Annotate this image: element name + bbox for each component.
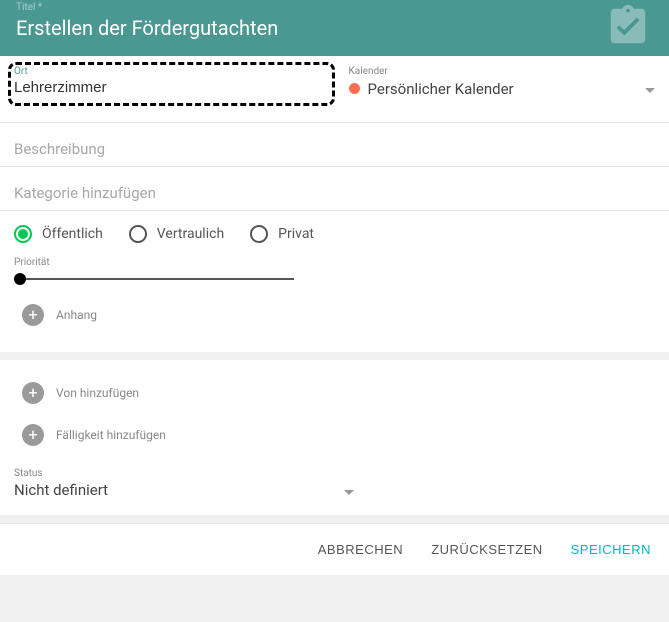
slider-thumb[interactable] — [14, 273, 26, 285]
ort-input[interactable] — [14, 77, 321, 100]
priority-slider[interactable] — [14, 278, 655, 280]
dialog-header: Titel * Erstellen der Fördergutachten — [0, 0, 669, 56]
calendar-color-dot — [349, 83, 360, 94]
von-label: Von hinzufügen — [56, 386, 139, 400]
faelligkeit-label: Fälligkeit hinzufügen — [56, 428, 166, 442]
cancel-button[interactable]: ABBRECHEN — [318, 542, 403, 557]
status-value: Nicht definiert — [14, 479, 108, 501]
radio-confidential[interactable]: Vertraulich — [129, 225, 224, 243]
add-attachment-row[interactable]: + Anhang — [0, 290, 669, 340]
add-faelligkeit-row[interactable]: + Fälligkeit hinzufügen — [0, 418, 669, 460]
beschreibung-field[interactable]: Beschreibung — [0, 123, 669, 166]
beschreibung-placeholder: Beschreibung — [14, 140, 105, 158]
kalender-field[interactable]: Kalender Persönlicher Kalender — [335, 56, 669, 100]
ort-label: Ort — [14, 66, 321, 77]
radio-private[interactable]: Privat — [250, 225, 314, 243]
radio-icon — [129, 225, 147, 243]
attachment-label: Anhang — [56, 308, 97, 322]
add-von-row[interactable]: + Von hinzufügen — [0, 368, 669, 418]
plus-icon: + — [22, 424, 44, 446]
status-field[interactable]: Status Nicht definiert — [0, 460, 669, 501]
save-button[interactable]: SPEICHERN — [571, 542, 651, 557]
title-field-label: Titel * — [16, 2, 42, 13]
clipboard-icon — [605, 3, 651, 53]
plus-icon: + — [22, 304, 44, 326]
dialog: Titel * Erstellen der Fördergutachten Or… — [0, 0, 669, 575]
plus-icon: + — [22, 382, 44, 404]
dropdown-caret-icon[interactable] — [645, 79, 655, 98]
radio-public[interactable]: Öffentlich — [14, 225, 103, 243]
radio-icon — [250, 225, 268, 243]
secondary-section: + Von hinzufügen + Fälligkeit hinzufügen… — [0, 360, 669, 515]
kalender-value: Persönlicher Kalender — [368, 80, 638, 98]
radio-confidential-label: Vertraulich — [157, 226, 224, 242]
ort-field[interactable]: Ort — [0, 56, 335, 100]
main-section: Ort Kalender Persönlicher Kalender Besch… — [0, 56, 669, 352]
slider-track — [14, 278, 294, 280]
radio-private-label: Privat — [278, 226, 314, 242]
dropdown-caret-icon[interactable] — [344, 481, 354, 500]
radio-icon — [14, 225, 32, 243]
dialog-footer: ABBRECHEN ZURÜCKSETZEN SPEICHERN — [0, 523, 669, 575]
priority-label: Priorität — [14, 257, 655, 268]
title-value[interactable]: Erstellen der Fördergutachten — [16, 0, 653, 56]
radio-public-label: Öffentlich — [42, 226, 103, 242]
kategorie-placeholder: Kategorie hinzufügen — [14, 184, 156, 202]
priority-block: Priorität — [0, 255, 669, 290]
reset-button[interactable]: ZURÜCKSETZEN — [431, 542, 542, 557]
kategorie-field[interactable]: Kategorie hinzufügen — [0, 167, 669, 210]
kalender-label: Kalender — [349, 66, 656, 77]
visibility-radios: Öffentlich Vertraulich Privat — [0, 211, 669, 255]
status-label: Status — [14, 468, 655, 479]
